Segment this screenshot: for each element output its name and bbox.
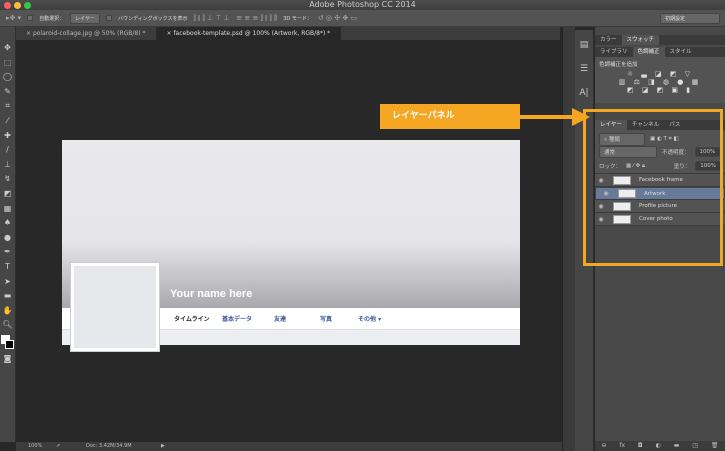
brush-tool-icon[interactable]: / xyxy=(6,143,9,157)
document-tabs: × polaroid-collage.jpg @ 50% (RGB/8) * ×… xyxy=(16,27,560,40)
status-bar: 100% ⇗ Doc: 3.42M/34.9M ▶ xyxy=(16,442,562,451)
panel-dock-divider xyxy=(562,27,575,451)
bounding-box-label: バウンディングボックスを表示 xyxy=(118,15,188,22)
color-swatches-icon[interactable] xyxy=(0,333,15,351)
zoom-button[interactable] xyxy=(24,2,31,9)
title-bar: Adobe Photoshop CC 2014 xyxy=(0,0,725,10)
tab-facebook-template[interactable]: × facebook-template.psd @ 100% (Artwork,… xyxy=(156,27,342,40)
marquee-tool-icon[interactable]: ⬚ xyxy=(4,56,12,70)
3d-mode-icons[interactable]: ↺ ◎ ✣ ✥ ▭ xyxy=(318,14,357,22)
blur-tool-icon[interactable]: ♠ xyxy=(4,216,11,230)
bounding-box-checkbox[interactable] xyxy=(106,15,112,21)
nav-timeline[interactable]: タイムライン xyxy=(174,314,210,323)
doc-size: Doc: 3.42M/34.9M xyxy=(86,443,132,449)
zoom-tool-icon[interactable]: 🔍︎ xyxy=(2,318,12,332)
highlight-box xyxy=(583,109,723,266)
share-icon[interactable]: ⇗ xyxy=(56,442,60,451)
pen-tool-icon[interactable]: ✒ xyxy=(4,245,11,259)
eraser-tool-icon[interactable]: ◩ xyxy=(4,187,12,201)
tab-label: facebook-template.psd @ 100% (Artwork, R… xyxy=(173,30,331,37)
tab-styles[interactable]: スタイル xyxy=(665,47,697,57)
align-icons[interactable]: ⫿ ⫾ ⫿ ⊥ ⊤ ⊥ ≡ ≡ ≡ ⫿ ⫾ ⫿ ⫼ xyxy=(194,14,278,23)
lasso-tool-icon[interactable]: ◯ xyxy=(3,70,12,84)
3d-mode-label: 3D モード： xyxy=(283,15,312,22)
path-select-tool-icon[interactable]: ➤ xyxy=(4,275,11,289)
profile-name: Your name here xyxy=(170,288,253,300)
crop-tool-icon[interactable]: ⌗ xyxy=(5,99,10,113)
tab-color[interactable]: カラー xyxy=(595,35,622,45)
adjustment-layer-icon[interactable]: ◐ xyxy=(656,441,661,451)
adjust-panel-tabs: ライブラリ 色調補正 スタイル xyxy=(595,47,725,57)
auto-select-label: 自動選択： xyxy=(39,15,65,22)
nav-about[interactable]: 基本データ xyxy=(222,314,252,323)
tab-polaroid-collage[interactable]: × polaroid-collage.jpg @ 50% (RGB/8) * xyxy=(16,27,157,40)
group-icon[interactable]: ▬ xyxy=(674,441,680,451)
healing-tool-icon[interactable]: ✚ xyxy=(4,129,11,143)
tab-adjustments[interactable]: 色調補正 xyxy=(632,47,665,57)
nav-friends[interactable]: 友達 xyxy=(274,314,286,323)
adjustment-icons[interactable]: ☼ ▃ ◪ ◩ ▽ ▥ ⚖ ◨ ◍ ● ▦ ◩ ◪ ◩ ▣ ▮ xyxy=(599,70,721,94)
tab-libraries[interactable]: ライブラリ xyxy=(595,47,633,57)
tools-panel: ✥ ⬚ ◯ ✎ ⌗ ⁄ ✚ / ⊥ ↯ ◩ ▦ ♠ ● ✒ T ➤ ▬ ✋ 🔍︎… xyxy=(0,27,16,442)
window-title: Adobe Photoshop CC 2014 xyxy=(309,0,416,9)
move-tool-icon[interactable]: ✥ xyxy=(4,41,11,55)
quick-mask-icon[interactable]: ◙ xyxy=(4,352,12,366)
auto-select-dropdown[interactable]: レイヤー xyxy=(70,12,100,24)
stamp-tool-icon[interactable]: ⊥ xyxy=(4,158,11,172)
move-tool-icon[interactable]: ▸✥ ▾ xyxy=(6,14,21,22)
auto-select-checkbox[interactable] xyxy=(27,15,34,21)
rectangle-tool-icon[interactable]: ▬ xyxy=(4,289,12,303)
workspace-dropdown[interactable]: 初期設定 xyxy=(660,13,720,24)
status-menu-arrow-icon[interactable]: ▶ xyxy=(161,442,165,451)
trash-icon[interactable]: 🗑︎ xyxy=(711,441,719,451)
nav-photos[interactable]: 写真 xyxy=(320,314,332,323)
type-tool-icon[interactable]: T xyxy=(5,260,10,274)
options-bar: ▸✥ ▾ 自動選択： レイヤー バウンディングボックスを表示 ⫿ ⫾ ⫿ ⊥ ⊤… xyxy=(0,10,725,27)
nav-more[interactable]: その他 ▾ xyxy=(358,314,381,323)
minimize-button[interactable] xyxy=(14,2,21,9)
tab-label: polaroid-collage.jpg @ 50% (RGB/8) * xyxy=(32,30,146,37)
character-panel-icon[interactable]: A| xyxy=(575,88,593,98)
tab-swatches[interactable]: スウォッチ xyxy=(621,35,660,45)
gradient-tool-icon[interactable]: ▦ xyxy=(4,202,12,216)
callout-label: レイヤーパネル xyxy=(380,104,520,129)
adjust-title: 色調補正を追加 xyxy=(599,62,638,68)
color-panel-tabs: カラー スウォッチ xyxy=(595,35,725,45)
callout-arrow-icon xyxy=(520,108,590,126)
history-panel-icon[interactable]: ▤ xyxy=(575,40,593,50)
profile-picture xyxy=(70,262,160,352)
properties-panel-icon[interactable]: ☰ xyxy=(575,64,593,74)
new-layer-icon[interactable]: ◳ xyxy=(692,441,698,451)
layer-panel-footer: ⊖ fx ◘ ◐ ▬ ◳ 🗑︎ xyxy=(595,441,725,451)
link-icon[interactable]: ⊖ xyxy=(601,441,606,451)
dodge-tool-icon[interactable]: ● xyxy=(4,231,11,245)
quick-select-tool-icon[interactable]: ✎ xyxy=(4,85,11,99)
document-canvas[interactable]: タイムライン 基本データ 友達 写真 その他 ▾ Your name here xyxy=(62,140,520,352)
close-button[interactable] xyxy=(4,2,11,9)
hand-tool-icon[interactable]: ✋ xyxy=(3,304,13,318)
fx-icon[interactable]: fx xyxy=(619,441,625,451)
zoom-level[interactable]: 100% xyxy=(28,442,42,451)
history-brush-icon[interactable]: ↯ xyxy=(4,172,11,186)
mask-icon[interactable]: ◘ xyxy=(638,441,643,451)
eyedropper-tool-icon[interactable]: ⁄ xyxy=(7,114,8,128)
